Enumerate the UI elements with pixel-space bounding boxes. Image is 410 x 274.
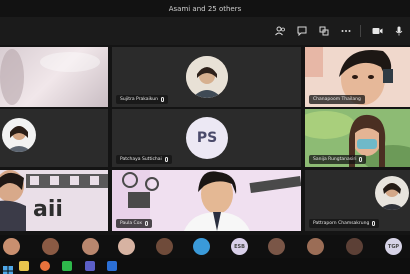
- participant-name-tag: Chanapoom Thailang: [309, 95, 365, 104]
- mic-icon: [160, 97, 164, 102]
- video-tile[interactable]: Chanapoom Thailang: [305, 47, 410, 107]
- video-tile[interactable]: Pattraporn Chamsakrung: [305, 170, 410, 231]
- mic-icon: [144, 221, 148, 226]
- video-tile[interactable]: Sujitra Prakaikun: [112, 47, 301, 107]
- people-icon[interactable]: [273, 24, 287, 38]
- participant-initials-avatar[interactable]: ESB: [231, 238, 248, 255]
- word-icon[interactable]: [107, 261, 117, 271]
- participant-avatar[interactable]: [307, 238, 324, 255]
- participant-avatar[interactable]: [156, 238, 173, 255]
- teams-meeting-window: Asami and 25 others Sujitra Prakaikun Ch…: [0, 0, 410, 274]
- participant-avatar: [2, 118, 36, 152]
- participant-name-tag: Pattraporn Chamsakrung: [309, 219, 380, 228]
- participant-avatar[interactable]: [346, 238, 363, 255]
- participant-name-tag: Paula Cox: [116, 219, 152, 228]
- participant-avatar[interactable]: [3, 238, 20, 255]
- participant-avatar: [375, 176, 409, 210]
- video-tile[interactable]: PS Patchaya Suttichai: [112, 109, 301, 167]
- chat-icon[interactable]: [295, 24, 309, 38]
- mic-icon: [372, 221, 376, 226]
- file-explorer-icon[interactable]: [19, 261, 29, 271]
- mic-icon[interactable]: [392, 24, 406, 38]
- participant-avatar[interactable]: [118, 238, 135, 255]
- reactions-icon[interactable]: [317, 24, 331, 38]
- participant-avatar: [186, 56, 228, 98]
- taskbar: [0, 258, 410, 274]
- blurred-video-frame: [0, 49, 100, 105]
- window-title: Asami and 25 others: [168, 4, 242, 13]
- participant-avatar[interactable]: [268, 238, 285, 255]
- title-bar: Asami and 25 others: [0, 0, 410, 17]
- participant-avatar[interactable]: [42, 238, 59, 255]
- teams-icon[interactable]: [85, 261, 95, 271]
- video-tile[interactable]: [0, 47, 108, 107]
- participant-avatar[interactable]: [82, 238, 99, 255]
- participant-name-tag: Patchaya Suttichai: [116, 155, 172, 164]
- firefox-icon[interactable]: [40, 261, 50, 271]
- participant-initials-avatar: PS: [186, 117, 228, 159]
- windows-start-icon[interactable]: [3, 261, 13, 274]
- video-tile[interactable]: Sanija Rungtanasiri: [305, 109, 410, 167]
- more-icon[interactable]: [339, 24, 353, 38]
- participant-strip: ESB TGP: [0, 235, 410, 258]
- video-grid: Sujitra Prakaikun Chanapoom Thailang PS …: [0, 47, 410, 231]
- video-tile[interactable]: aii: [0, 170, 108, 231]
- slide-text: aii: [33, 197, 63, 222]
- line-app-icon[interactable]: [62, 261, 72, 271]
- mic-icon: [359, 157, 363, 162]
- video-tile[interactable]: Paula Cox: [112, 170, 301, 231]
- toolbar-separator: [360, 25, 361, 37]
- mic-icon: [164, 157, 168, 162]
- camera-icon[interactable]: [370, 24, 384, 38]
- participant-initials-avatar[interactable]: TGP: [385, 238, 402, 255]
- participant-name-tag: Sujitra Prakaikun: [116, 95, 168, 104]
- video-tile[interactable]: [0, 109, 108, 167]
- participant-name-tag: Sanija Rungtanasiri: [309, 155, 367, 164]
- participant-avatar[interactable]: [193, 238, 210, 255]
- meeting-toolbar: [0, 17, 410, 45]
